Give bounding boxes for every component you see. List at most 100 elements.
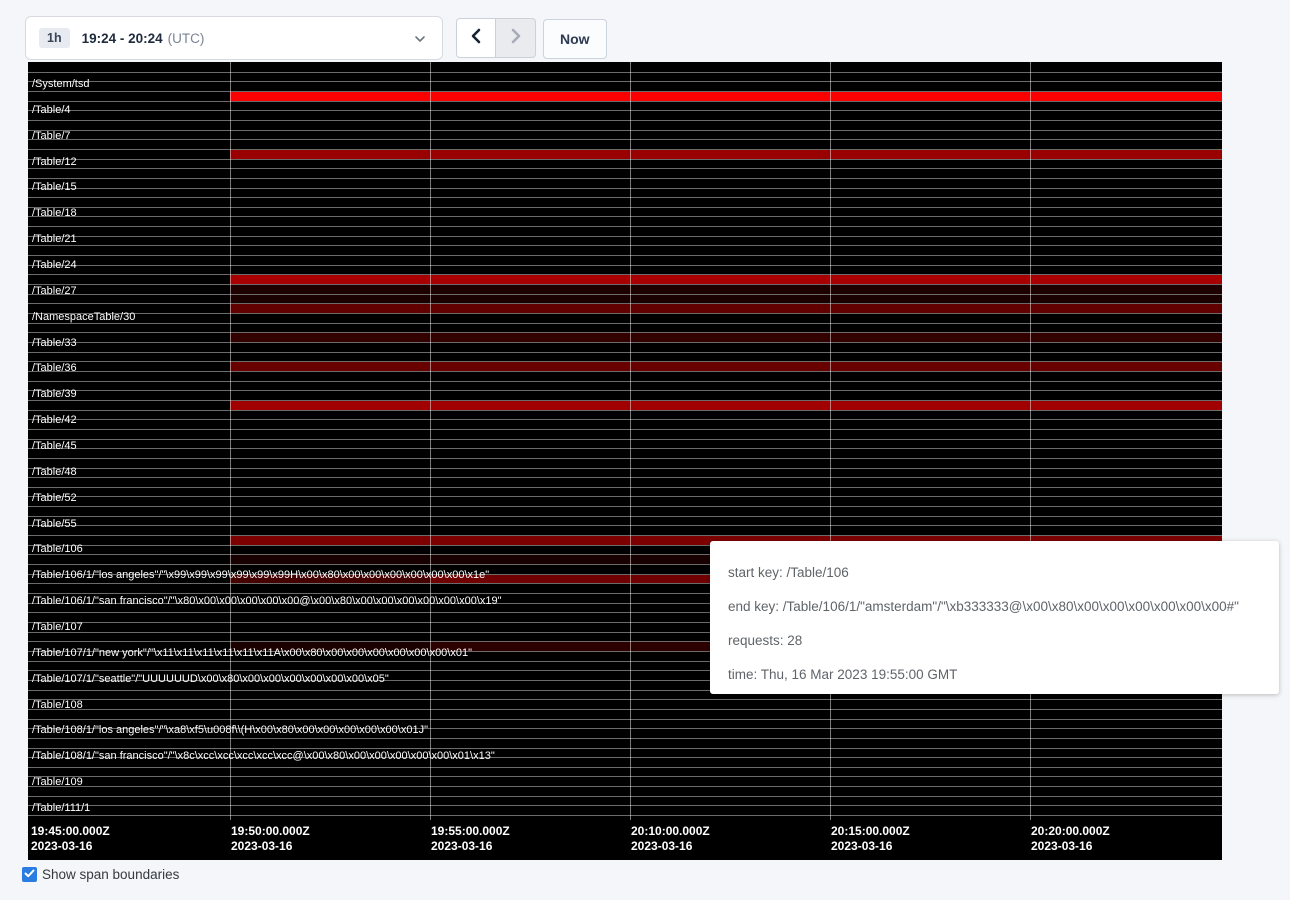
x-axis-label: 19:45:00.000Z2023-03-16 [31, 824, 110, 854]
span-key-label: /Table/106 [32, 543, 83, 555]
tooltip-time: time: Thu, 16 Mar 2023 19:55:00 GMT [728, 662, 1261, 687]
next-range-button[interactable] [496, 18, 536, 58]
heat-band [230, 401, 1222, 410]
key-visualizer-page: 1h 19:24 - 20:24 (UTC) Now /System/tsd/T… [0, 0, 1290, 900]
span-key-label: /System/tsd [32, 78, 89, 90]
span-key-label: /Table/27 [32, 285, 77, 297]
heat-band [230, 295, 1222, 304]
span-boundary-line [28, 216, 1222, 217]
span-boundary-line [28, 381, 1222, 382]
span-boundary-line [28, 496, 1222, 497]
span-boundary-line [28, 525, 1222, 526]
span-boundary-line [28, 130, 1222, 131]
key-visualizer-canvas[interactable]: /System/tsd/Table/4/Table/7/Table/12/Tab… [28, 62, 1222, 860]
time-gridline [230, 62, 231, 820]
range-timezone: (UTC) [168, 31, 205, 46]
span-key-label: /Table/21 [32, 233, 77, 245]
span-boundary-line [28, 468, 1222, 469]
span-boundary-line [28, 429, 1222, 430]
span-key-label: /NamespaceTable/30 [32, 311, 135, 323]
span-key-label: /Table/107 [32, 621, 83, 633]
x-axis-label: 20:20:00.000Z2023-03-16 [1031, 824, 1110, 854]
span-boundary-line [28, 294, 1222, 295]
span-boundary-line [28, 255, 1222, 256]
span-boundary-line [28, 303, 1222, 304]
span-boundary-line [28, 313, 1222, 314]
span-key-label: /Table/33 [32, 337, 77, 349]
span-boundary-line [28, 748, 1222, 749]
span-key-label: /Table/109 [32, 776, 83, 788]
span-boundary-line [28, 805, 1222, 806]
span-boundary-line [28, 342, 1222, 343]
span-boundary-line [28, 197, 1222, 198]
chevron-right-icon [509, 28, 523, 49]
span-boundary-line [28, 390, 1222, 391]
tooltip-start-key: start key: /Table/106 [728, 560, 1261, 585]
span-key-label: /Table/36 [32, 362, 77, 374]
span-boundary-line [28, 245, 1222, 246]
span-boundary-line [28, 410, 1222, 411]
span-key-label: /Table/18 [32, 207, 77, 219]
span-boundary-line [28, 332, 1222, 333]
heat-band [230, 285, 1222, 294]
span-boundary-line [28, 81, 1222, 82]
span-boundary-line [28, 178, 1222, 179]
span-boundary-line [28, 149, 1222, 150]
time-range-select[interactable]: 1h 19:24 - 20:24 (UTC) [25, 16, 443, 60]
span-boundary-line [28, 323, 1222, 324]
time-gridline [830, 62, 831, 820]
span-boundary-line [28, 506, 1222, 507]
span-boundary-line [28, 458, 1222, 459]
span-boundary-line [28, 274, 1222, 275]
span-key-label: /Table/7 [32, 130, 71, 142]
span-key-label: /Table/45 [32, 440, 77, 452]
span-boundary-line [28, 207, 1222, 208]
span-key-label: /Table/107/1/"new york"/"\x11\x11\x11\x1… [32, 647, 472, 659]
span-key-label: /Table/48 [32, 466, 77, 478]
span-boundary-line [28, 139, 1222, 140]
span-key-label: /Table/42 [32, 414, 77, 426]
span-boundary-line [28, 188, 1222, 189]
span-boundary-line [28, 91, 1222, 92]
span-boundary-line [28, 776, 1222, 777]
footer: Show span boundaries [22, 867, 179, 882]
span-boundary-line [28, 815, 1222, 816]
check-icon [24, 866, 35, 884]
show-span-boundaries-label: Show span boundaries [42, 867, 179, 882]
span-key-label: /Table/108 [32, 699, 83, 711]
span-key-label: /Table/106/1/"los angeles"/"\x99\x99\x99… [32, 569, 489, 581]
span-boundary-line [28, 786, 1222, 787]
span-key-label: /Table/15 [32, 181, 77, 193]
range-text: 19:24 - 20:24 [82, 31, 163, 46]
span-key-label: /Table/111/1 [32, 802, 90, 814]
range-preset-badge: 1h [39, 28, 70, 48]
span-boundary-line [28, 352, 1222, 353]
span-boundary-line [28, 168, 1222, 169]
span-boundary-line [28, 159, 1222, 160]
show-span-boundaries-checkbox[interactable] [22, 867, 37, 882]
now-button[interactable]: Now [543, 19, 607, 59]
x-axis-label: 19:50:00.000Z2023-03-16 [231, 824, 310, 854]
heat-band [230, 362, 1222, 371]
span-key-label: /Table/107/1/"seattle"/"UUUUUUD\x00\x80\… [32, 673, 389, 685]
span-boundary-line [28, 265, 1222, 266]
chevron-left-icon [469, 28, 483, 49]
span-key-label: /Table/108/1/"los angeles"/"\xa8\xf5\u00… [32, 724, 428, 736]
span-key-label: /Table/24 [32, 259, 77, 271]
span-boundary-line [28, 535, 1222, 536]
heat-band [230, 92, 1222, 101]
span-boundary-line [28, 796, 1222, 797]
span-key-label: /Table/4 [32, 104, 71, 116]
span-boundary-line [28, 284, 1222, 285]
span-boundary-line [28, 487, 1222, 488]
time-nav-group [456, 18, 536, 58]
span-key-label: /Table/55 [32, 518, 77, 530]
previous-range-button[interactable] [456, 18, 496, 58]
tooltip-end-key: end key: /Table/106/1/"amsterdam"/"\xb33… [728, 594, 1261, 619]
heat-band [230, 304, 1222, 313]
tooltip-requests: requests: 28 [728, 628, 1261, 653]
span-boundary-line [28, 767, 1222, 768]
span-boundary-line [28, 371, 1222, 372]
span-boundary-line [28, 738, 1222, 739]
x-axis-label: 20:10:00.000Z2023-03-16 [631, 824, 710, 854]
